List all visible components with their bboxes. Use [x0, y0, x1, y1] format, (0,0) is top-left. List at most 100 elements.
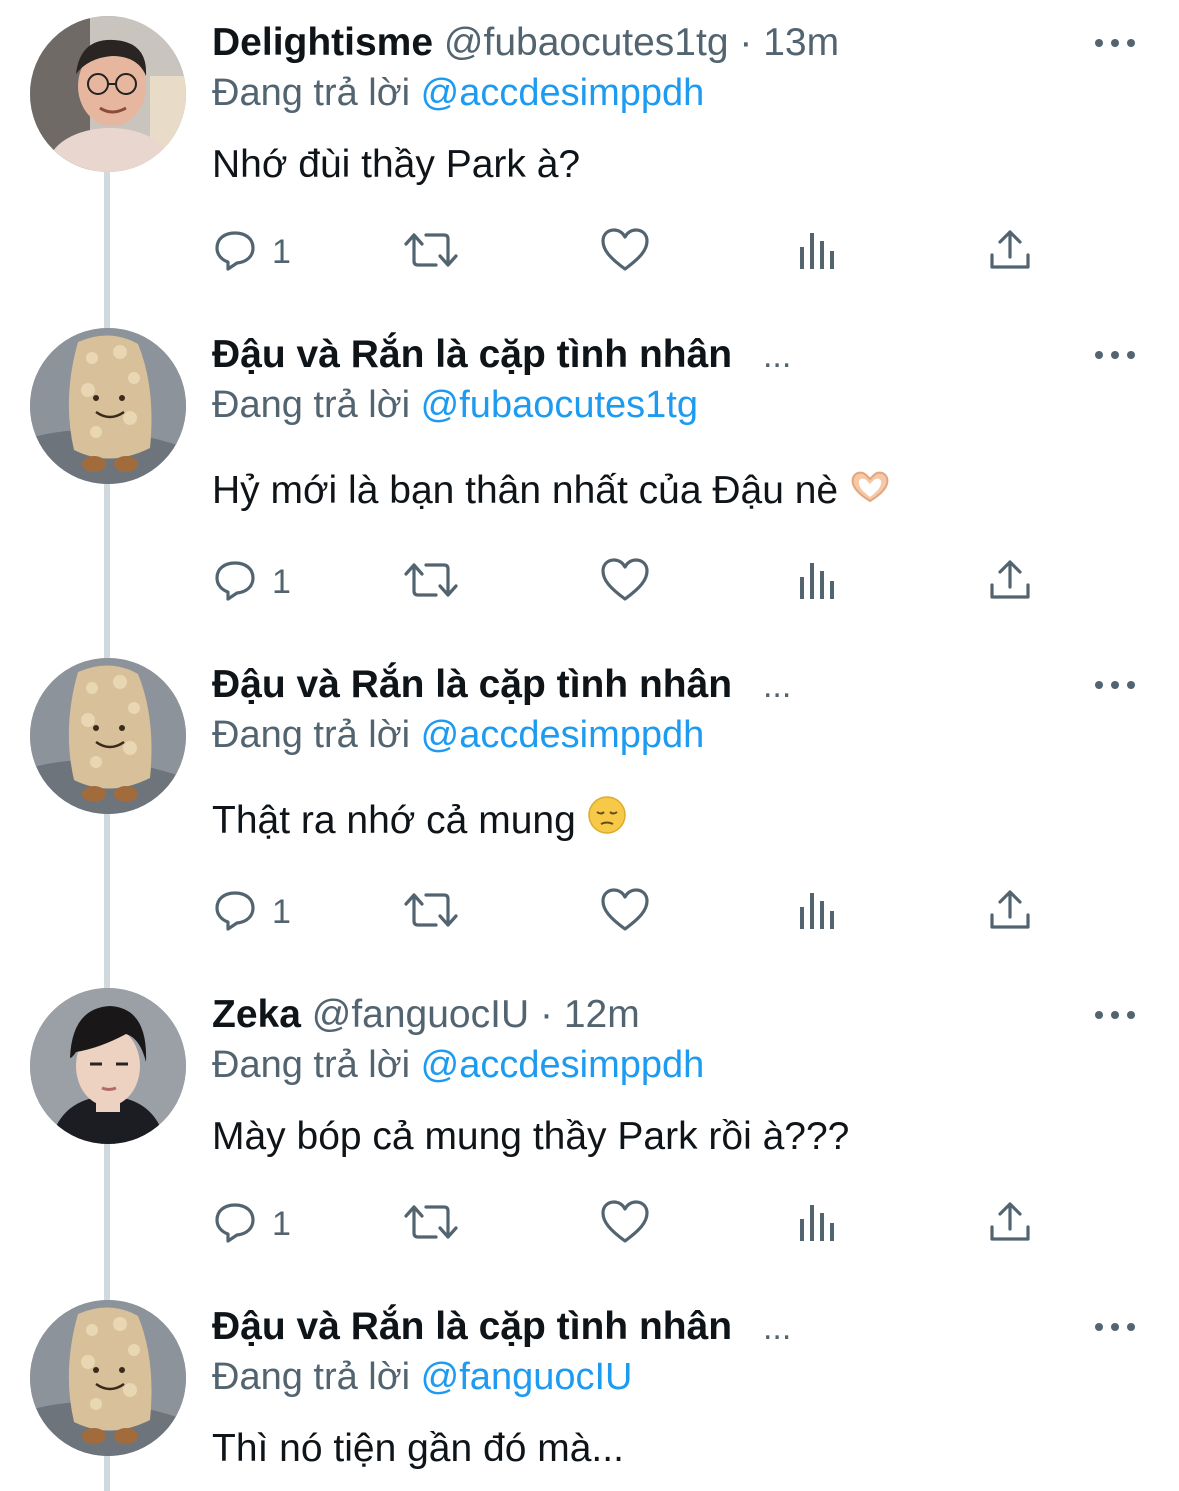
timestamp[interactable]: 12m [564, 993, 640, 1036]
retweet-button[interactable] [402, 222, 460, 282]
retweet-icon [402, 1199, 460, 1250]
reply-mention[interactable]: @accdesimppdh [421, 714, 705, 756]
like-button[interactable] [600, 222, 650, 282]
separator-dot: · [539, 993, 553, 1036]
views-button[interactable] [798, 222, 838, 282]
tweet-header: Delightisme @fubaocutes1tg · 13m [212, 16, 839, 70]
tweet-text: Thì nó tiện gần đó mà... [212, 1422, 624, 1476]
tweet-text-content: Thật ra nhớ cả mung [212, 799, 576, 842]
user-handle[interactable]: @fanguocIU [312, 993, 529, 1036]
avatar[interactable] [30, 988, 186, 1144]
name-truncation: ... [762, 1309, 792, 1347]
more-icon[interactable] [1095, 1300, 1135, 1354]
tweet-actions: 1 [212, 882, 1052, 942]
separator-dot: · [739, 21, 753, 64]
reply-icon [212, 1199, 258, 1250]
display-name[interactable]: Delightisme [212, 21, 433, 64]
tweet-actions: 1 [212, 552, 1052, 612]
reply-icon [212, 557, 258, 608]
share-icon [988, 557, 1032, 608]
like-icon [600, 227, 650, 278]
reply-mention[interactable]: @accdesimppdh [421, 72, 705, 114]
views-button[interactable] [798, 882, 838, 942]
reply-button[interactable]: 1 [212, 552, 291, 612]
name-truncation: ... [762, 667, 792, 705]
reply-icon [212, 887, 258, 938]
like-button[interactable] [600, 1194, 650, 1254]
retweet-icon [402, 227, 460, 278]
share-icon [988, 1199, 1032, 1250]
tweet-text: Nhớ đùi thầy Park à? [212, 138, 580, 192]
reply-count: 1 [272, 892, 291, 931]
like-button[interactable] [600, 882, 650, 942]
display-name[interactable]: Đậu và Rắn là cặp tình nhân [212, 333, 732, 376]
tweet-text: Mày bóp cả mung thầy Park rồi à??? [212, 1110, 849, 1164]
share-button[interactable] [988, 552, 1032, 612]
replying-to: Đang trả lời @accdesimppdh [212, 66, 704, 120]
display-name[interactable]: Đậu và Rắn là cặp tình nhân [212, 663, 732, 706]
timestamp[interactable]: 13m [763, 21, 839, 64]
tweet-text: Hỷ mới là bạn thân nhất của Đậu nè [212, 464, 891, 520]
replying-to: Đang trả lời @accdesimppdh [212, 1038, 704, 1092]
replying-label: Đang trả lời [212, 384, 411, 426]
retweet-icon [402, 557, 460, 608]
tweet-header: Đậu và Rắn là cặp tình nhân ... [212, 658, 791, 712]
reply-icon [212, 227, 258, 278]
replying-label: Đang trả lời [212, 714, 411, 756]
more-icon[interactable] [1095, 328, 1135, 382]
reply-count: 1 [272, 562, 291, 601]
avatar[interactable] [30, 16, 186, 172]
avatar[interactable] [30, 328, 186, 484]
retweet-button[interactable] [402, 882, 460, 942]
tweet-actions: 1 [212, 222, 1052, 282]
like-icon [600, 1199, 650, 1250]
replying-label: Đang trả lời [212, 72, 411, 114]
reply-count: 1 [272, 232, 291, 271]
reply-button[interactable]: 1 [212, 882, 291, 942]
tweet-text-content: Thì nó tiện gần đó mà... [212, 1427, 624, 1470]
reply-mention[interactable]: @accdesimppdh [421, 1044, 705, 1086]
views-icon [798, 227, 838, 278]
avatar[interactable] [30, 658, 186, 814]
reply-mention[interactable]: @fanguocIU [421, 1356, 633, 1398]
retweet-button[interactable] [402, 552, 460, 612]
more-icon[interactable] [1095, 16, 1135, 70]
views-button[interactable] [798, 1194, 838, 1254]
user-handle[interactable]: @fubaocutes1tg [444, 21, 729, 64]
tweet-text-content: Hỷ mới là bạn thân nhất của Đậu nè [212, 469, 839, 512]
tweet-header: Đậu và Rắn là cặp tình nhân ... [212, 1300, 791, 1354]
views-icon [798, 887, 838, 938]
share-button[interactable] [988, 222, 1032, 282]
tweet-header: Đậu và Rắn là cặp tình nhân ... [212, 328, 791, 382]
tweet-text: Thật ra nhớ cả mung [212, 794, 627, 850]
reply-button[interactable]: 1 [212, 1194, 291, 1254]
name-truncation: ... [762, 337, 792, 375]
display-name[interactable]: Đậu và Rắn là cặp tình nhân [212, 1305, 732, 1348]
more-icon[interactable] [1095, 658, 1135, 712]
like-button[interactable] [600, 552, 650, 612]
like-icon [600, 557, 650, 608]
tweet-text-content: Nhớ đùi thầy Park à? [212, 143, 581, 186]
share-button[interactable] [988, 882, 1032, 942]
reply-mention[interactable]: @fubaocutes1tg [421, 384, 698, 426]
heart-hands-emoji [849, 466, 891, 520]
retweet-icon [402, 887, 460, 938]
share-icon [988, 887, 1032, 938]
retweet-button[interactable] [402, 1194, 460, 1254]
tweet-header: Zeka @fanguocIU · 12m [212, 988, 640, 1042]
replying-label: Đang trả lời [212, 1044, 411, 1086]
replying-to: Đang trả lời @fanguocIU [212, 1350, 632, 1404]
views-icon [798, 1199, 838, 1250]
reply-button[interactable]: 1 [212, 222, 291, 282]
pensive-face-emoji [587, 795, 627, 850]
display-name[interactable]: Zeka [212, 993, 301, 1036]
tweet-actions: 1 [212, 1194, 1052, 1254]
replying-to: Đang trả lời @fubaocutes1tg [212, 378, 698, 432]
like-icon [600, 887, 650, 938]
avatar[interactable] [30, 1300, 186, 1456]
replying-label: Đang trả lời [212, 1356, 411, 1398]
share-button[interactable] [988, 1194, 1032, 1254]
views-button[interactable] [798, 552, 838, 612]
more-icon[interactable] [1095, 988, 1135, 1042]
share-icon [988, 227, 1032, 278]
